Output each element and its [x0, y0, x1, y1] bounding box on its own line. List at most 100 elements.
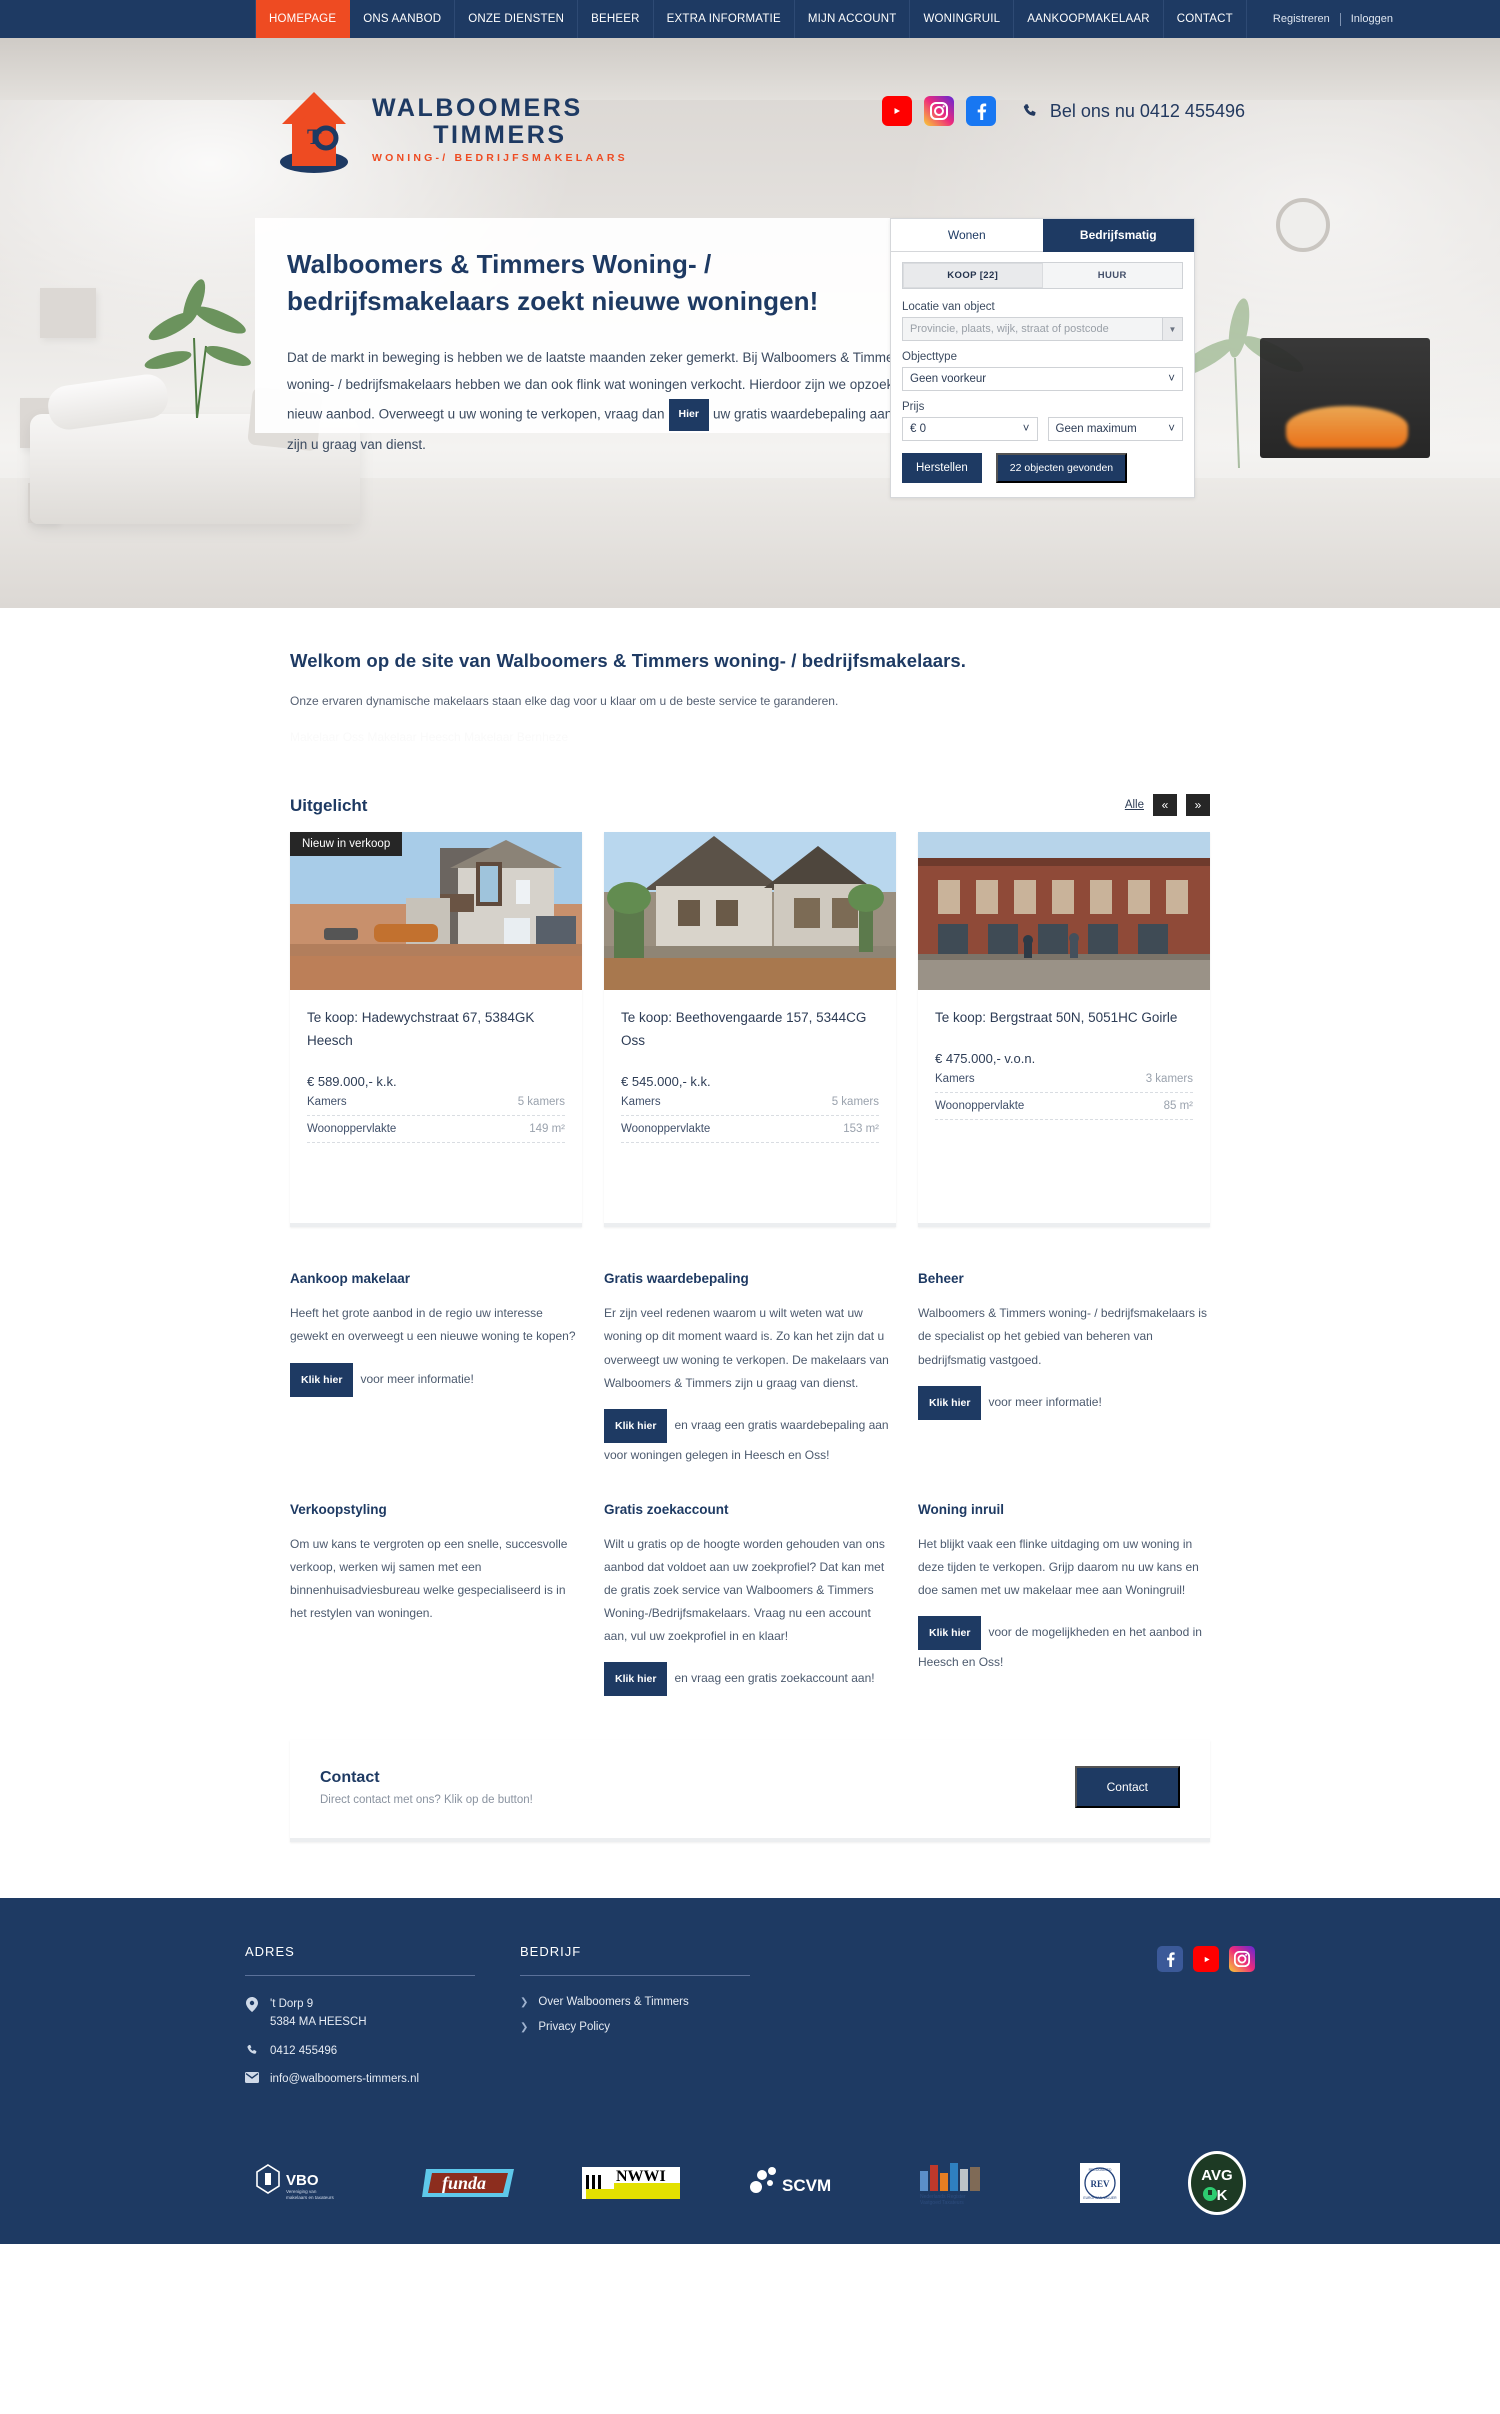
youtube-icon[interactable] — [1193, 1946, 1219, 1972]
chevron-right-icon: ❯ — [520, 2021, 529, 2033]
service-aankoop-makelaar: Aankoop makelaar Heeft het grote aanbod … — [290, 1271, 582, 1467]
nav-item-extra-informatie[interactable]: EXTRA INFORMATIE — [654, 0, 795, 38]
contact-button[interactable]: Contact — [1074, 1766, 1180, 1808]
phone-contact[interactable]: Bel ons nu 0412 455496 — [1022, 101, 1245, 122]
price-max-select[interactable]: Geen maximum ˅ — [1047, 417, 1183, 441]
service-body: Om uw kans te vergroten op een snelle, s… — [290, 1536, 568, 1620]
footer-social-links — [1157, 1944, 1255, 2100]
price-min-value: € 0 — [910, 423, 926, 435]
nav-item-contact[interactable]: CONTACT — [1164, 0, 1247, 38]
footer-phone[interactable]: 0412 455496 — [245, 2043, 475, 2061]
facebook-icon[interactable] — [1157, 1946, 1183, 1972]
property-image[interactable] — [604, 832, 896, 990]
nav-label: EXTRA INFORMATIE — [666, 13, 781, 25]
prev-arrow-icon[interactable]: « — [1153, 794, 1177, 816]
property-image[interactable]: Nieuw in verkoop — [290, 832, 582, 990]
subtab-huur[interactable]: HUUR — [1042, 263, 1182, 288]
property-title: Te koop: Beethovengaarde 157, 5344CG Oss — [621, 1010, 867, 1049]
service-body: Het blijkt vaak een flinke uitdaging om … — [918, 1536, 1199, 1597]
instagram-icon[interactable] — [923, 96, 954, 126]
objecttype-select[interactable]: Geen voorkeur ˅ — [902, 367, 1183, 391]
spec-row-area: Woonoppervlakte 153 m² — [621, 1116, 879, 1144]
partner-logo-nwwi: NWWI — [578, 2160, 688, 2206]
footer-link-over-ons[interactable]: ❯ Over Walboomers & Timmers — [520, 1996, 750, 2008]
spec-row-area: Woonoppervlakte 149 m² — [307, 1116, 565, 1144]
results-button[interactable]: 22 objecten gevonden — [995, 453, 1128, 483]
instagram-icon[interactable] — [1229, 1946, 1255, 1972]
svg-text:EUROPEAN VALUER: EUROPEAN VALUER — [1083, 2196, 1117, 2200]
location-input[interactable]: Provincie, plaats, wijk, straat of postc… — [902, 317, 1183, 341]
svg-text:REV: REV — [1090, 2179, 1110, 2189]
nav-item-beheer[interactable]: BEHEER — [578, 0, 654, 38]
property-card[interactable]: Te koop: Bergstraat 50N, 5051HC Goirle €… — [918, 832, 1210, 1228]
nav-label: BEHEER — [591, 13, 640, 25]
all-listings-link[interactable]: Alle — [1125, 799, 1144, 811]
spec-value: 153 m² — [843, 1123, 879, 1136]
spec-label: Woonoppervlakte — [307, 1123, 397, 1136]
price-min-select[interactable]: € 0 ˅ — [902, 417, 1038, 441]
property-image[interactable] — [918, 832, 1210, 990]
klik-hier-button[interactable]: Klik hier — [918, 1385, 982, 1420]
auth-divider — [1339, 12, 1341, 26]
subtab-koop[interactable]: KOOP [22] — [903, 263, 1043, 288]
site-footer: ADRES 't Dorp 9 5384 MA HEESCH 0412 45549… — [0, 1898, 1500, 2245]
footer-email[interactable]: info@walboomers-timmers.nl — [245, 2071, 475, 2089]
login-link[interactable]: Inloggen — [1351, 13, 1393, 25]
footer-address-column: ADRES 't Dorp 9 5384 MA HEESCH 0412 45549… — [245, 1944, 475, 2100]
nav-item-onze-diensten[interactable]: ONZE DIENSTEN — [455, 0, 579, 38]
klik-hier-button[interactable]: Klik hier — [604, 1661, 668, 1696]
next-arrow-icon[interactable]: » — [1186, 794, 1210, 816]
objecttype-value: Geen voorkeur — [910, 373, 987, 385]
nav-item-aankoopmakelaar[interactable]: AANKOOPMAKELAAR — [1014, 0, 1164, 38]
mail-icon — [245, 2071, 259, 2084]
facebook-icon[interactable] — [965, 96, 996, 126]
chevron-down-icon[interactable]: ▼ — [1162, 318, 1182, 340]
chevron-down-icon: ˅ — [1168, 373, 1175, 385]
partner-logo-funda: funda — [420, 2160, 520, 2206]
site-logo[interactable]: T WALBOOMERS TIMMERS WONING-/ BEDRIJFSMA… — [270, 86, 628, 174]
partner-logo-rev: REV RECOGNISED EUROPEAN VALUER — [1072, 2160, 1128, 2206]
footer-phone-text: 0412 455496 — [270, 2044, 338, 2057]
nav-item-mijn-account[interactable]: MIJN ACCOUNT — [795, 0, 911, 38]
search-tabs: Wonen Bedrijfsmatig — [891, 219, 1194, 252]
spec-label: Kamers — [621, 1096, 661, 1109]
footer-address-text: 't Dorp 9 5384 MA HEESCH — [270, 1996, 367, 2032]
service-body: Wilt u gratis op de hoogte worden gehoud… — [604, 1536, 885, 1643]
hero-title: Walboomers & Timmers Woning- / bedrijfsm… — [287, 249, 819, 316]
nav-label: ONZE DIENSTEN — [468, 13, 565, 25]
property-price: € 545.000,- k.k. — [621, 1074, 711, 1090]
service-cta: Klik hier voor de mogelijkheden en het aa… — [918, 1615, 1210, 1675]
hero-body: Dat de markt in beweging is hebben we de… — [287, 344, 926, 459]
logo-line-3: WONING-/ BEDRIJFSMAKELAARS — [372, 152, 628, 165]
reset-button[interactable]: Herstellen — [902, 453, 982, 483]
featured-title: Uitgelicht — [290, 796, 368, 815]
youtube-icon[interactable] — [881, 96, 912, 126]
wall-clock-decoration — [1276, 198, 1330, 252]
hero-section: T WALBOOMERS TIMMERS WONING-/ BEDRIJFSMA… — [0, 38, 1500, 608]
service-title: Beheer — [918, 1271, 964, 1287]
auth-links: Registreren Inloggen — [1273, 0, 1393, 38]
tab-wonen[interactable]: Wonen — [891, 219, 1043, 252]
nav-item-woningruil[interactable]: WONINGRUIL — [910, 0, 1015, 38]
register-link[interactable]: Registreren — [1273, 13, 1330, 25]
svg-text:Vastgoed Taxateurs: Vastgoed Taxateurs — [920, 2200, 964, 2205]
tab-bedrijfsmatig[interactable]: Bedrijfsmatig — [1042, 219, 1194, 252]
nav-item-homepage[interactable]: HOMEPAGE — [255, 0, 351, 38]
klik-hier-button[interactable]: Klik hier — [290, 1362, 354, 1397]
nav-item-ons-aanbod[interactable]: ONS AANBOD — [350, 0, 456, 38]
klik-hier-button[interactable]: Klik hier — [604, 1408, 668, 1443]
nav-label: ONS AANBOD — [363, 13, 442, 25]
service-title: Aankoop makelaar — [290, 1271, 411, 1287]
service-cta: Klik hier voor meer informatie! — [918, 1385, 1210, 1420]
svg-text:K: K — [1217, 2187, 1228, 2204]
welcome-section: Welkom op de site van Walboomers & Timme… — [290, 608, 1210, 744]
featured-header: Uitgelicht Alle « » — [290, 794, 1210, 816]
property-price: € 475.000,- v.o.n. — [935, 1051, 1036, 1067]
service-woning-inruil: Woning inruil Het blijkt vaak een flinke… — [918, 1502, 1210, 1696]
divider — [520, 1975, 750, 1976]
property-card[interactable]: Nieuw in verkoop Te koop: Hadewychstraat… — [290, 832, 582, 1228]
klik-hier-button[interactable]: Klik hier — [918, 1615, 982, 1650]
property-card[interactable]: Te koop: Beethovengaarde 157, 5344CG Oss… — [604, 832, 896, 1228]
hier-button[interactable]: Hier — [668, 399, 709, 431]
footer-link-privacy-policy[interactable]: ❯ Privacy Policy — [520, 2021, 750, 2033]
